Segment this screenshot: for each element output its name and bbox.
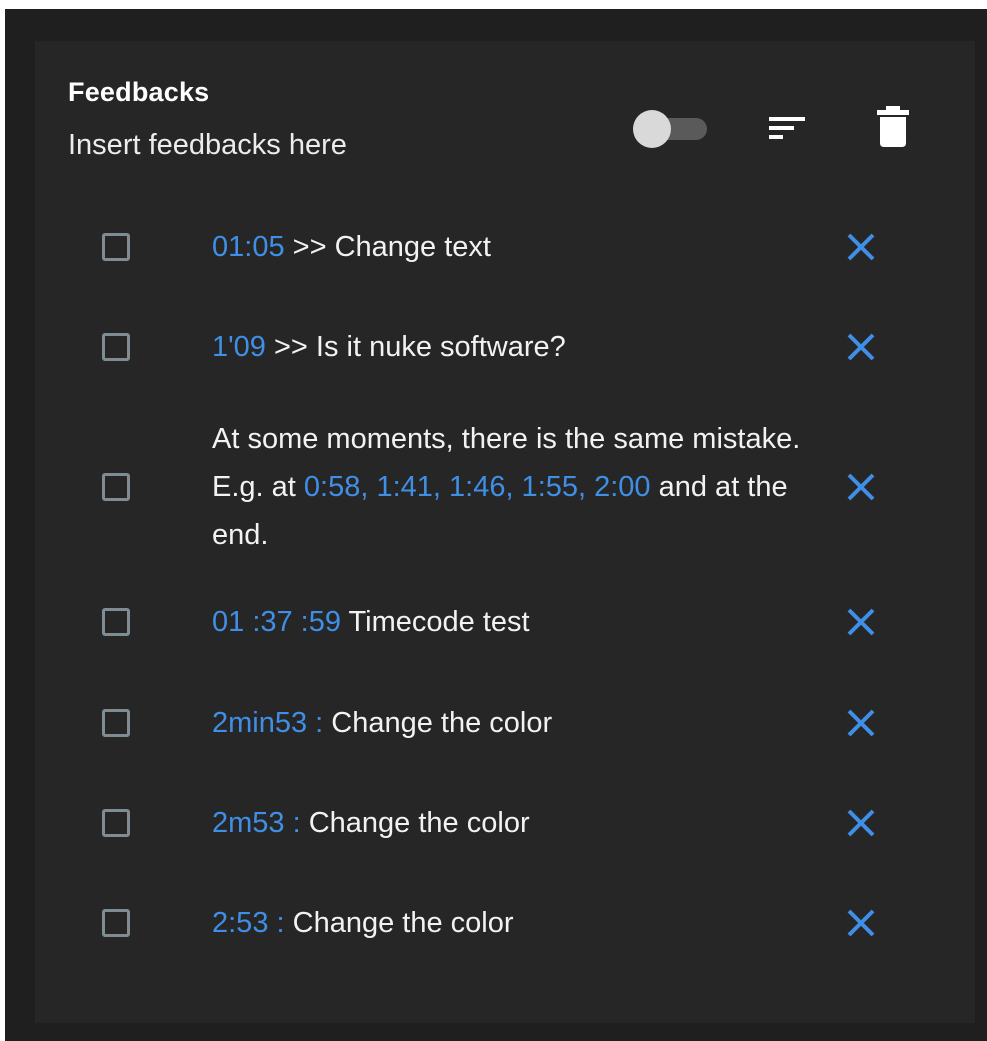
trash-icon bbox=[877, 106, 909, 147]
feedback-text-body: Change the color bbox=[300, 807, 530, 839]
remove-feedback-button[interactable] bbox=[844, 806, 878, 840]
feedback-item: 01 :37 :59 Timecode test bbox=[35, 598, 975, 646]
close-icon bbox=[847, 473, 875, 501]
feedback-text: 01 :37 :59 Timecode test bbox=[212, 598, 832, 646]
remove-feedback-button[interactable] bbox=[844, 470, 878, 504]
feedback-timecode[interactable]: 2:53 : bbox=[212, 907, 285, 939]
close-icon bbox=[847, 333, 875, 361]
feedback-item: 2:53 : Change the color bbox=[35, 899, 975, 947]
close-icon bbox=[847, 909, 875, 937]
feedback-timecode[interactable]: 1'09 bbox=[212, 331, 266, 363]
feedback-checkbox[interactable] bbox=[102, 809, 130, 837]
sort-icon bbox=[769, 117, 805, 139]
feedback-item: 2m53 : Change the color bbox=[35, 799, 975, 847]
feedback-text-body: >> Change text bbox=[284, 231, 491, 263]
feedback-text-body: Change the color bbox=[284, 907, 514, 939]
feedback-item: 01:05 >> Change text bbox=[35, 223, 975, 271]
panel-title: Feedbacks bbox=[68, 77, 210, 107]
feedback-checkbox[interactable] bbox=[102, 608, 130, 636]
feedback-checkbox[interactable] bbox=[102, 473, 130, 501]
remove-feedback-button[interactable] bbox=[844, 230, 878, 264]
remove-feedback-button[interactable] bbox=[844, 706, 878, 740]
feedback-item: At some moments, there is the same mista… bbox=[35, 415, 975, 559]
feedback-text-body: Change the color bbox=[323, 707, 553, 739]
feedback-text: 2min53 : Change the color bbox=[212, 699, 832, 747]
feedback-text: 2m53 : Change the color bbox=[212, 799, 832, 847]
feedbacks-panel: Feedbacks Insert feedbacks here 01:05 >>… bbox=[35, 41, 975, 1023]
toggle-switch[interactable] bbox=[633, 109, 709, 149]
panel-subtitle: Insert feedbacks here bbox=[68, 129, 347, 161]
feedback-timecode[interactable]: 2m53 : bbox=[212, 807, 301, 839]
sort-button[interactable] bbox=[765, 111, 809, 145]
close-icon bbox=[847, 608, 875, 636]
feedback-checkbox[interactable] bbox=[102, 909, 130, 937]
remove-feedback-button[interactable] bbox=[844, 605, 878, 639]
app-frame: Feedbacks Insert feedbacks here 01:05 >>… bbox=[5, 9, 987, 1041]
feedback-text-body: Timecode test bbox=[341, 606, 530, 638]
close-icon bbox=[847, 233, 875, 261]
feedback-timecode[interactable]: 2min53 : bbox=[212, 707, 323, 739]
toggle-knob bbox=[633, 110, 671, 148]
close-icon bbox=[847, 709, 875, 737]
feedback-timecode[interactable]: 01:05 bbox=[212, 231, 285, 263]
feedback-text-body: >> Is it nuke software? bbox=[265, 331, 566, 363]
delete-all-button[interactable] bbox=[873, 103, 913, 149]
feedback-text: 2:53 : Change the color bbox=[212, 899, 832, 947]
feedback-text: At some moments, there is the same mista… bbox=[212, 415, 832, 559]
feedback-text: 01:05 >> Change text bbox=[212, 223, 832, 271]
remove-feedback-button[interactable] bbox=[844, 330, 878, 364]
feedback-item: 1'09 >> Is it nuke software? bbox=[35, 323, 975, 371]
feedback-timecode[interactable]: 01 :37 :59 bbox=[212, 606, 341, 638]
feedback-text: 1'09 >> Is it nuke software? bbox=[212, 323, 832, 371]
feedback-item: 2min53 : Change the color bbox=[35, 699, 975, 747]
close-icon bbox=[847, 809, 875, 837]
feedback-checkbox[interactable] bbox=[102, 709, 130, 737]
feedback-checkbox[interactable] bbox=[102, 333, 130, 361]
remove-feedback-button[interactable] bbox=[844, 906, 878, 940]
feedback-checkbox[interactable] bbox=[102, 233, 130, 261]
feedback-timecode[interactable]: 0:58, 1:41, 1:46, 1:55, 2:00 bbox=[304, 471, 651, 503]
